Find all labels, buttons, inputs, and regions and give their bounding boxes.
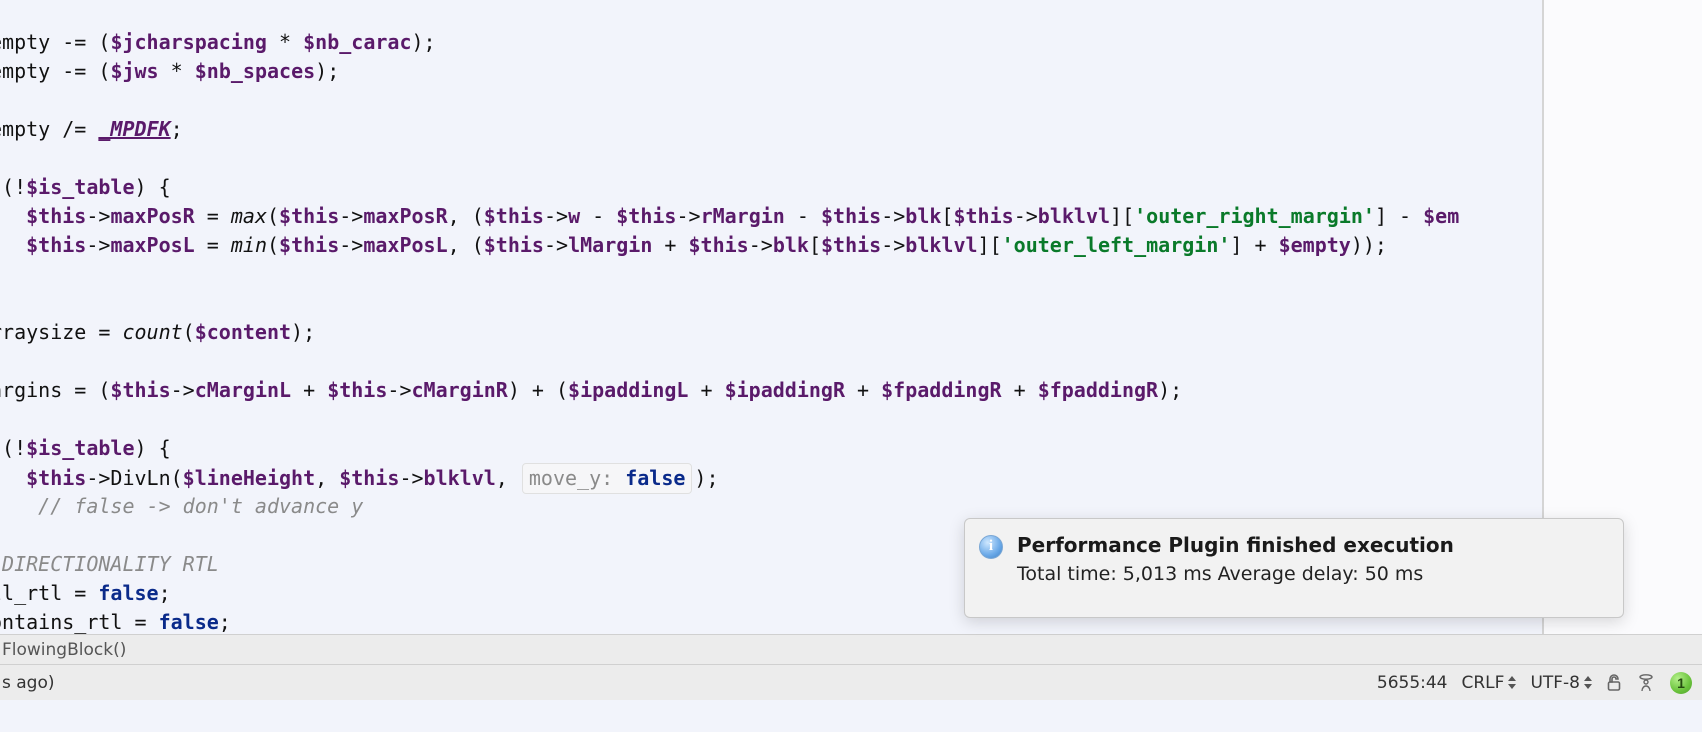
code-line[interactable]: argins = ($this->cMarginL + $this->cMarg…	[0, 376, 1702, 405]
breadcrumb-bar[interactable]: FlowingBlock()	[0, 634, 1702, 664]
code-line[interactable]: $this->maxPosL = min($this->maxPosL, ($t…	[0, 231, 1702, 260]
status-bar: s ago) 5655:44 CRLF UTF-8 1	[0, 664, 1702, 700]
notification-title: Performance Plugin finished execution	[1017, 533, 1607, 557]
notification-message: Total time: 5,013 ms Average delay: 50 m…	[1017, 563, 1607, 585]
line-separator-selector[interactable]: CRLF	[1462, 673, 1517, 693]
code-line[interactable]: empty /= _MPDFK;	[0, 115, 1702, 144]
line-separator-label: CRLF	[1462, 673, 1505, 693]
status-left-text: s ago)	[0, 673, 1377, 693]
code-line[interactable]: rraysize = count($content);	[0, 318, 1702, 347]
code-line[interactable]: (!$is_table) {	[0, 434, 1702, 463]
problems-indicator[interactable]: 1	[1670, 672, 1692, 694]
code-line[interactable]: (!$is_table) {	[0, 173, 1702, 202]
cursor-position[interactable]: 5655:44	[1377, 673, 1448, 693]
code-line[interactable]: $this->maxPosR = max($this->maxPosR, ($t…	[0, 202, 1702, 231]
code-line[interactable]	[0, 347, 1702, 376]
breadcrumb-item[interactable]: FlowingBlock()	[2, 640, 126, 660]
code-line[interactable]: // false -> don't advance y	[0, 492, 1702, 521]
inline-parameter-hint: move_y: false	[522, 463, 693, 494]
code-line[interactable]	[0, 289, 1702, 318]
code-line[interactable]	[0, 260, 1702, 289]
code-line[interactable]	[0, 144, 1702, 173]
code-line[interactable]	[0, 405, 1702, 434]
notification-toast[interactable]: i Performance Plugin finished execution …	[964, 518, 1624, 618]
encoding-label: UTF-8	[1530, 673, 1580, 693]
code-line[interactable]: empty -= ($jws * $nb_spaces);	[0, 57, 1702, 86]
info-icon: i	[979, 535, 1003, 559]
code-line[interactable]: $this->DivLn($lineHeight, $this->blklvl,…	[0, 463, 1702, 492]
encoding-selector[interactable]: UTF-8	[1530, 673, 1592, 693]
code-line[interactable]: empty -= ($jcharspacing * $nb_carac);	[0, 28, 1702, 57]
inspector-icon[interactable]	[1636, 673, 1656, 693]
code-line[interactable]	[0, 86, 1702, 115]
lock-icon[interactable]	[1606, 674, 1622, 692]
